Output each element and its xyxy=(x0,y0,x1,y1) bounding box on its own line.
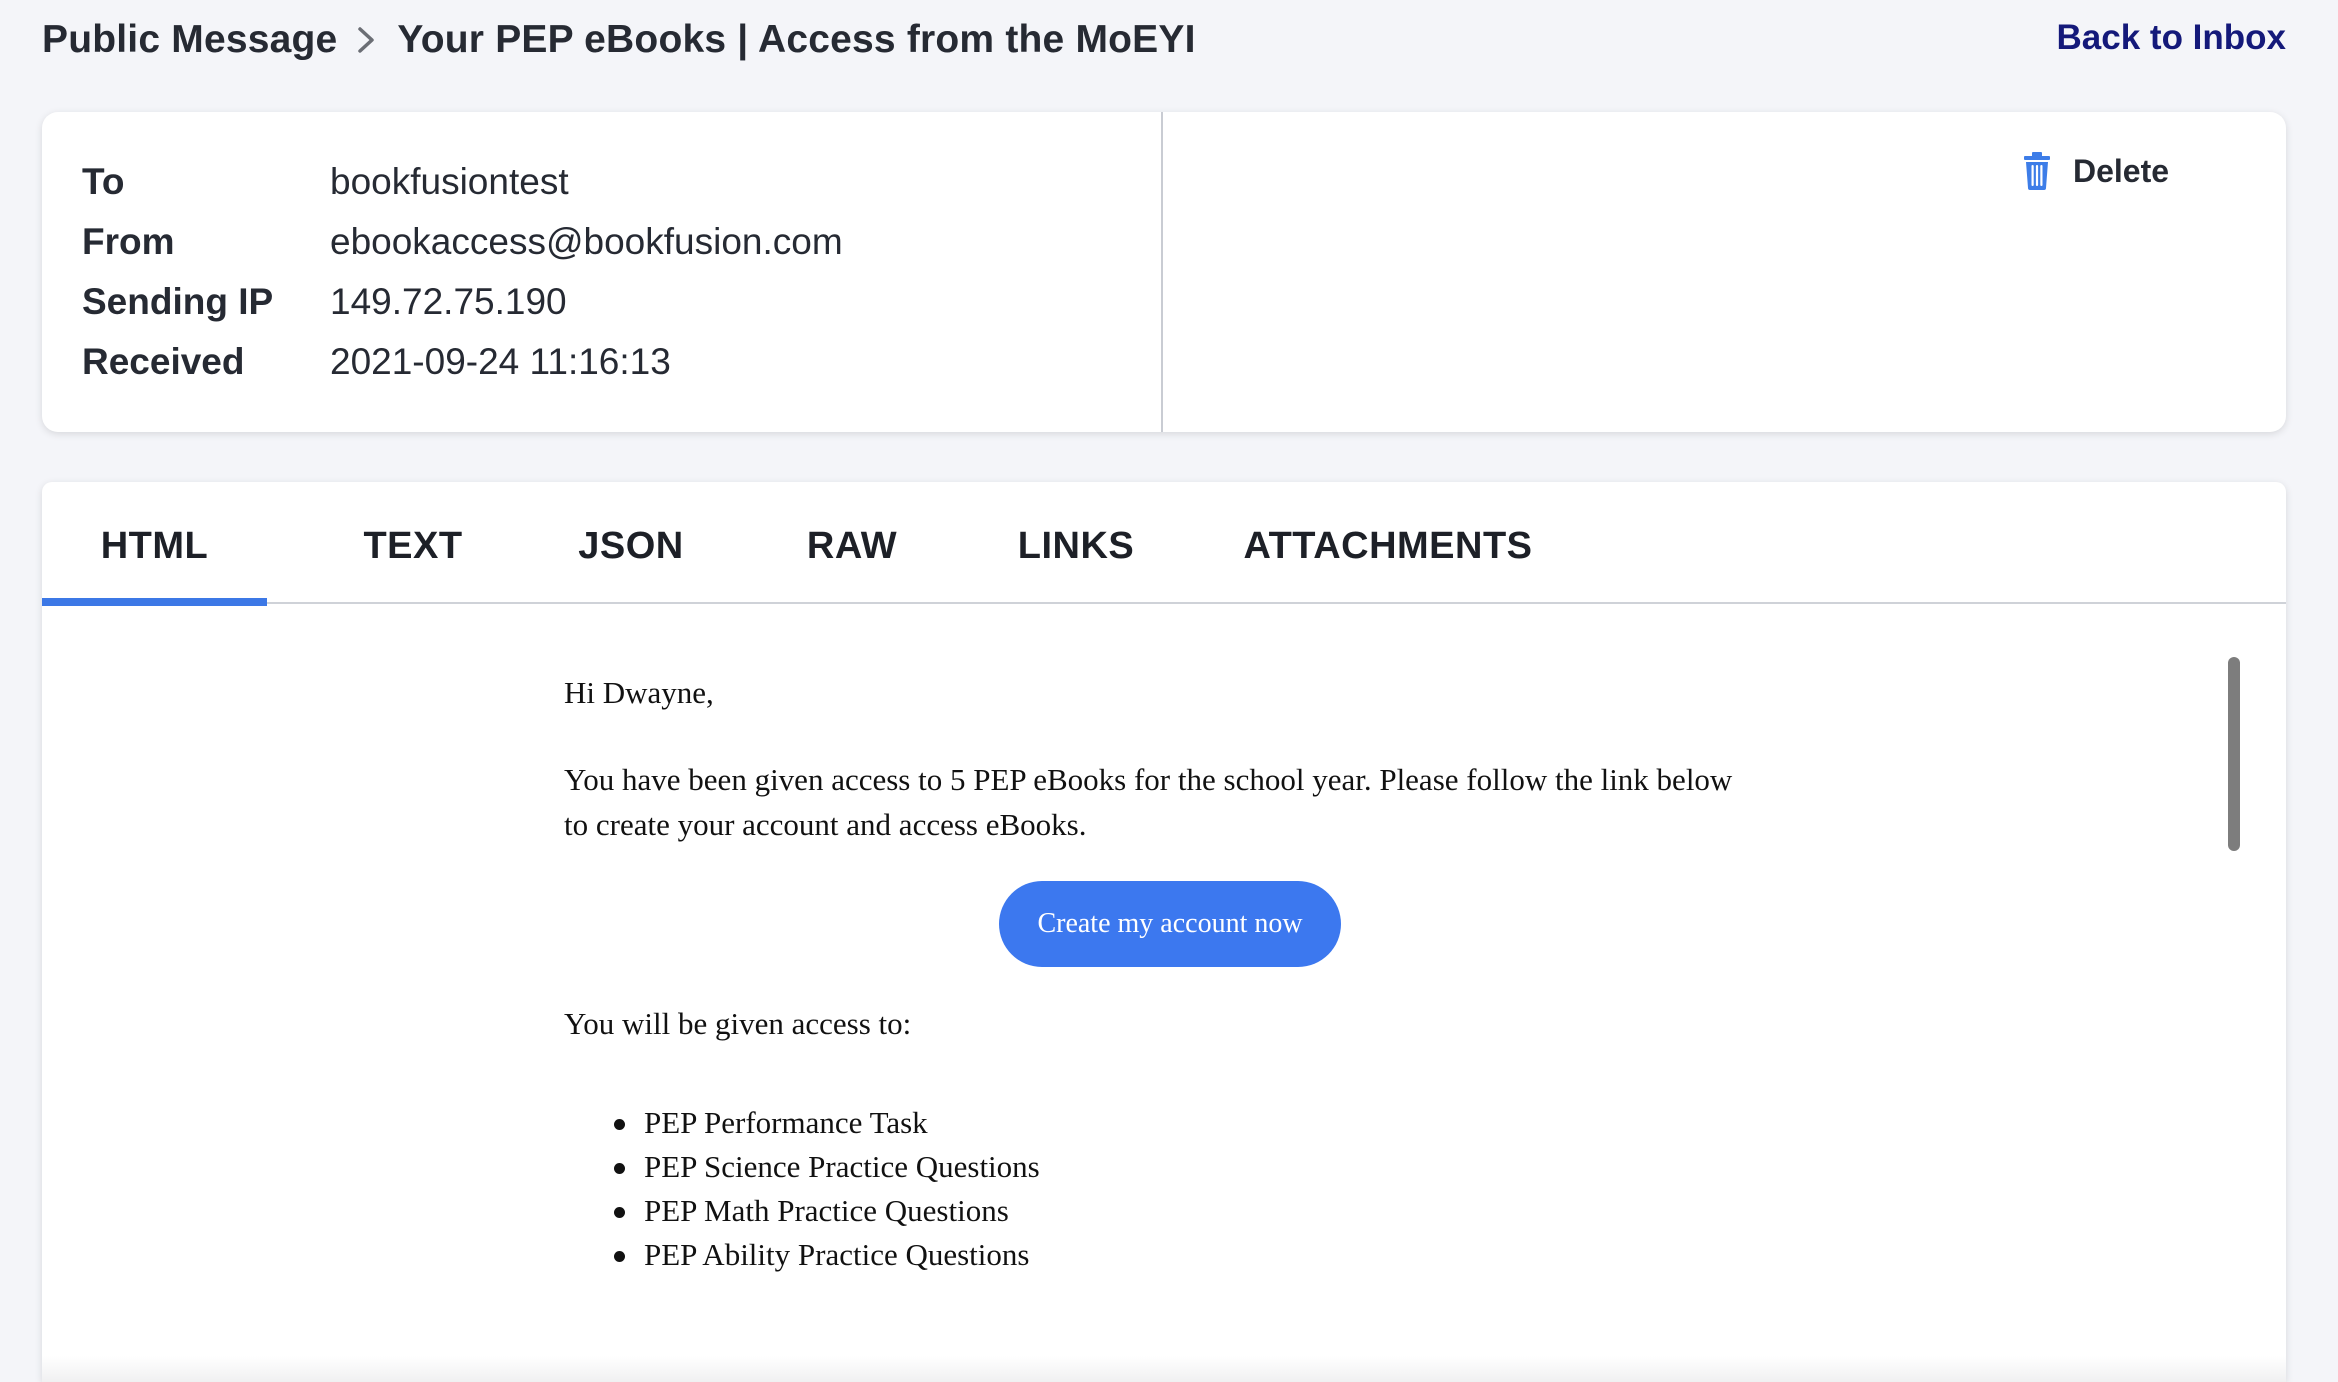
delete-label: Delete xyxy=(2073,152,2170,189)
delete-button[interactable]: Delete xyxy=(2023,152,2169,190)
back-to-inbox-link[interactable]: Back to Inbox xyxy=(2057,18,2286,58)
message-headers: To bookfusiontest From ebookaccess@bookf… xyxy=(42,112,1163,432)
chevron-right-icon xyxy=(358,27,375,53)
received-label: Received xyxy=(82,341,245,382)
create-account-button[interactable]: Create my account now xyxy=(999,881,1341,967)
email-content: Hi Dwayne, You have been given access to… xyxy=(564,670,1744,1277)
access-list: PEP Performance Task PEP Science Practic… xyxy=(564,1101,1744,1277)
received-value: 2021-09-24 11:16:13 xyxy=(330,341,671,382)
message-html-view[interactable]: Hi Dwayne, You have been given access to… xyxy=(42,604,2286,1382)
message-scrollbar[interactable] xyxy=(2228,657,2240,851)
list-item: PEP Science Practice Questions xyxy=(614,1145,1744,1189)
meta-row-from: From ebookaccess@bookfusion.com xyxy=(82,212,1161,272)
message-actions: Delete xyxy=(1163,112,2286,432)
trash-icon xyxy=(2024,152,2050,190)
list-item: PEP Math Practice Questions xyxy=(614,1189,1744,1233)
access-heading: You will be given access to: xyxy=(564,1006,912,1041)
email-intro: You have been given access to 5 PEP eBoo… xyxy=(564,762,1733,842)
to-label: To xyxy=(82,161,125,202)
cta-container: Create my account now xyxy=(564,881,1764,967)
view-tabs: HTML TEXT JSON RAW LINKS ATTACHMENTS xyxy=(42,482,2286,606)
tab-html[interactable]: HTML xyxy=(42,482,267,606)
breadcrumb-root[interactable]: Public Message xyxy=(42,18,337,62)
meta-row-received: Received 2021-09-24 11:16:13 xyxy=(82,332,1161,392)
tab-attachments[interactable]: ATTACHMENTS xyxy=(1208,482,1568,604)
tab-links[interactable]: LINKS xyxy=(976,482,1176,604)
breadcrumb-subject: Your PEP eBooks | Access from the MoEYI xyxy=(397,18,1196,61)
from-label: From xyxy=(82,221,175,262)
from-value: ebookaccess@bookfusion.com xyxy=(330,221,843,262)
to-value: bookfusiontest xyxy=(330,161,569,202)
list-item: PEP Ability Practice Questions xyxy=(614,1233,1744,1277)
list-item: PEP Performance Task xyxy=(614,1101,1744,1145)
meta-row-to: To bookfusiontest xyxy=(82,152,1161,212)
message-meta-card: To bookfusiontest From ebookaccess@bookf… xyxy=(42,112,2286,432)
message-body-card: HTML TEXT JSON RAW LINKS ATTACHMENTS Hi … xyxy=(42,482,2286,1382)
tab-text[interactable]: TEXT xyxy=(328,482,498,604)
header-bar: Public Message Your PEP eBooks | Access … xyxy=(42,14,2286,66)
tab-raw[interactable]: RAW xyxy=(762,482,942,604)
tab-json[interactable]: JSON xyxy=(536,482,726,604)
sending-ip-value: 149.72.75.190 xyxy=(330,281,567,322)
email-greeting: Hi Dwayne, xyxy=(564,675,714,710)
sending-ip-label: Sending IP xyxy=(82,281,274,322)
meta-row-ip: Sending IP 149.72.75.190 xyxy=(82,272,1161,332)
